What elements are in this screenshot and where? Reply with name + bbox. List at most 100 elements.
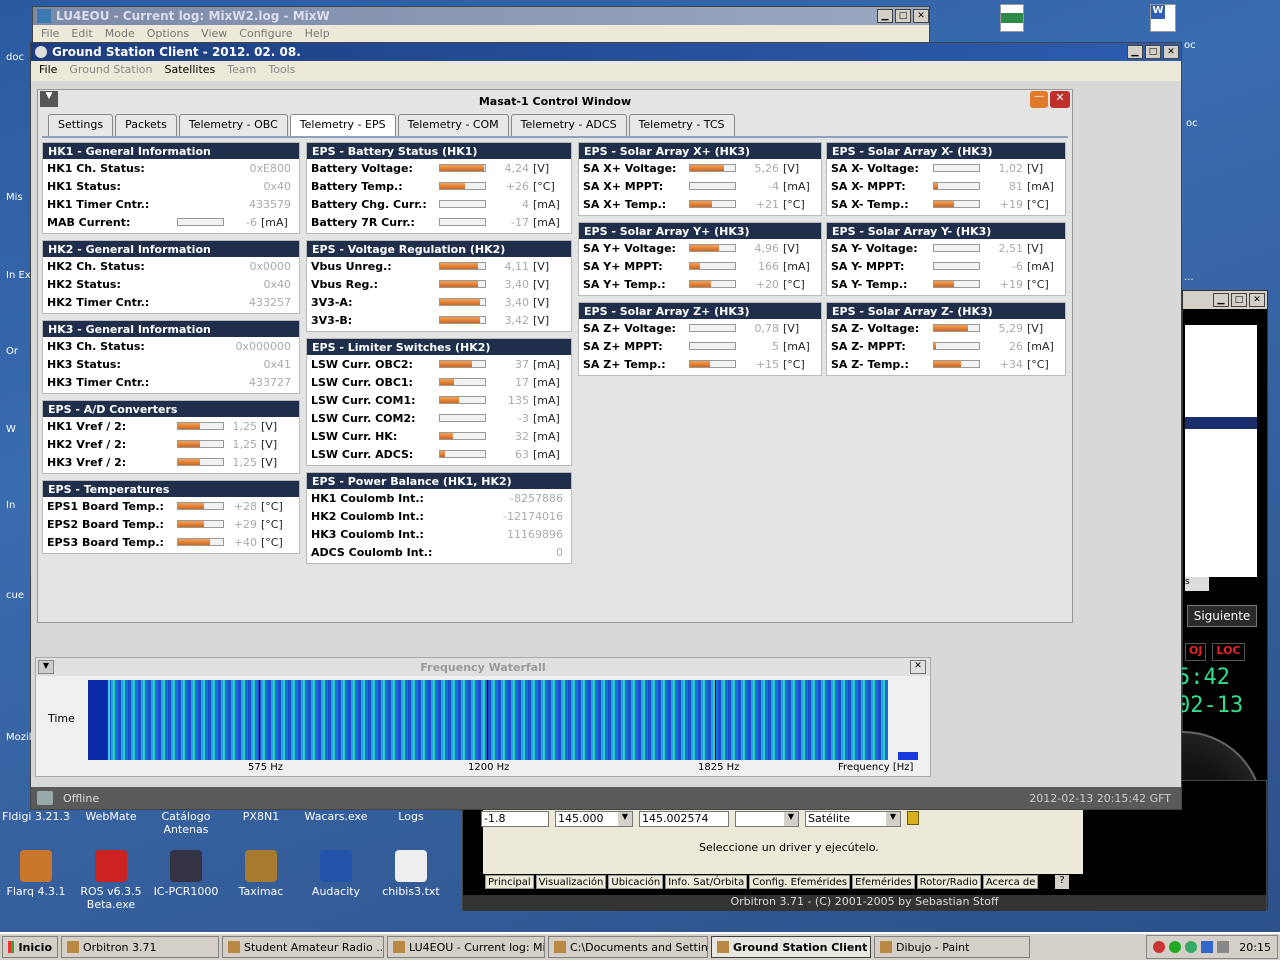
minimize-icon[interactable]: —: [1030, 91, 1048, 108]
clock[interactable]: 20:15: [1239, 941, 1271, 954]
close-icon[interactable]: ✕: [1163, 45, 1179, 59]
desktop-icon-word[interactable]: W: [1150, 4, 1176, 32]
desktop-icon-4[interactable]: Audacity: [296, 850, 376, 898]
tab-telemetry-obc[interactable]: Telemetry - OBC: [178, 114, 288, 136]
telemetry-value: 3,40: [504, 295, 530, 309]
waterfall-spectrum[interactable]: [88, 680, 888, 760]
orbitron-tab[interactable]: Config. Efemérides: [749, 875, 851, 889]
panel-title: HK1 - General Information: [43, 143, 299, 159]
menu-item-file[interactable]: File: [39, 63, 57, 79]
telemetry-unit: [mA]: [783, 339, 810, 353]
minimize-icon[interactable]: ▁: [1127, 45, 1143, 59]
collapse-button[interactable]: ▼: [40, 91, 58, 107]
taskbar-item[interactable]: Dibujo - Paint: [874, 936, 1030, 958]
tray-icon[interactable]: [1201, 941, 1214, 953]
maximize-icon[interactable]: □: [1231, 293, 1247, 307]
telemetry-row: HK1 Ch. Status: 0xE800: [43, 159, 299, 177]
help-button[interactable]: ?: [1055, 875, 1069, 889]
siguiente-button[interactable]: Siguiente: [1187, 605, 1257, 627]
tray-icon[interactable]: [1153, 941, 1166, 953]
maximize-icon[interactable]: □: [895, 9, 911, 23]
desktop-icon-label: Audacity: [311, 885, 361, 898]
gsc-title: Ground Station Client - 2012. 02. 08.: [52, 45, 301, 59]
collapse-button[interactable]: ▼: [38, 660, 54, 674]
mixw-menu-item[interactable]: Mode: [105, 27, 135, 40]
chevron-down-icon[interactable]: ▼: [784, 812, 798, 826]
chevron-down-icon[interactable]: ▼: [886, 812, 900, 826]
minimize-icon[interactable]: ▁: [1213, 293, 1229, 307]
telemetry-row: HK3 Status: 0x41: [43, 355, 299, 373]
taskbar-item[interactable]: Orbitron 3.71: [61, 936, 219, 958]
minimize-icon[interactable]: ▁: [877, 9, 893, 23]
desktop-icon-0[interactable]: Flarq 4.3.1: [0, 850, 76, 898]
tab-packets[interactable]: Packets: [115, 114, 177, 136]
telemetry-value: 11169896: [507, 527, 563, 541]
close-icon[interactable]: ✕: [1249, 293, 1265, 307]
telemetry-value: 1,25: [232, 419, 258, 433]
telemetry-row: LSW Curr. COM2: -3 [mA]: [307, 409, 571, 427]
tray-icon[interactable]: [1185, 941, 1198, 953]
orbitron-tab[interactable]: Acerca de: [982, 875, 1039, 889]
desktop-icon-1[interactable]: ROS v6.3.5 Beta.exe: [71, 850, 151, 911]
orbitron-tab[interactable]: Rotor/Radio: [916, 875, 981, 889]
menu-item-tools[interactable]: Tools: [268, 63, 295, 79]
mixw-menu-item[interactable]: Options: [147, 27, 189, 40]
panel-title: EPS - Solar Array X+ (HK3): [579, 143, 821, 159]
taskbar-item[interactable]: LU4EOU - Current log: Mi...: [387, 936, 545, 958]
orbitron-tab[interactable]: Efemérides: [852, 875, 915, 889]
menu-item-ground-station[interactable]: Ground Station: [69, 63, 152, 79]
tab-telemetry-com[interactable]: Telemetry - COM: [397, 114, 509, 136]
close-icon[interactable]: ✕: [1050, 91, 1070, 108]
tab-telemetry-eps[interactable]: Telemetry - EPS: [289, 114, 396, 136]
taskbar-item[interactable]: Student Amateur Radio ...: [222, 936, 384, 958]
close-icon[interactable]: ✕: [910, 660, 926, 674]
frequency-select[interactable]: 145.000 ▼: [555, 811, 633, 827]
orbitron-tab[interactable]: Info. Sat/Órbita: [665, 875, 748, 889]
orbitron-tab[interactable]: Ubicación: [608, 875, 664, 889]
telemetry-value: +19: [999, 277, 1023, 291]
mixw-menu-item[interactable]: Configure: [239, 27, 292, 40]
maximize-icon[interactable]: □: [1145, 45, 1161, 59]
tab-telemetry-adcs[interactable]: Telemetry - ADCS: [510, 114, 627, 136]
tab-settings[interactable]: Settings: [48, 114, 114, 136]
telemetry-unit: [V]: [1027, 161, 1044, 175]
offset-input[interactable]: -1.8: [481, 811, 549, 827]
telemetry-label: SA X+ Voltage:: [583, 161, 677, 175]
doppler-frequency-field[interactable]: 145.002574: [639, 811, 729, 827]
desktop-icon-label[interactable]: PX8N1: [221, 810, 301, 823]
desktop-icon-label[interactable]: WebMate: [71, 810, 151, 823]
mixw-menu-item[interactable]: Edit: [71, 27, 92, 40]
desktop-icon-label[interactable]: Wacars.exe: [296, 810, 376, 823]
orbitron-tab[interactable]: Visualización: [535, 875, 607, 889]
desktop-icon-spreadsheet[interactable]: [1000, 4, 1024, 32]
menu-item-satellites[interactable]: Satellites: [165, 63, 216, 79]
mixw-menu-item[interactable]: File: [41, 27, 59, 40]
desktop-icon-label[interactable]: Catálogo Antenas: [146, 810, 226, 836]
lock-icon[interactable]: [907, 811, 919, 825]
mixw-menu-item[interactable]: Help: [305, 27, 330, 40]
start-button[interactable]: Inicio: [2, 936, 58, 958]
desktop-icon-3[interactable]: Taximac: [221, 850, 301, 898]
chevron-down-icon[interactable]: ▼: [618, 812, 632, 826]
tab-telemetry-tcs[interactable]: Telemetry - TCS: [628, 114, 735, 136]
desktop-icon-5[interactable]: chibis3.txt: [371, 850, 451, 898]
desktop-icon-label[interactable]: Fldigi 3.21.3: [0, 810, 76, 823]
telemetry-unit: [V]: [261, 437, 278, 451]
menu-item-team[interactable]: Team: [227, 63, 256, 79]
desktop-icon-label[interactable]: Logs: [371, 810, 451, 823]
driver-select[interactable]: Satélite ▼: [805, 811, 901, 827]
tray-icon[interactable]: [1169, 941, 1182, 953]
orbitron-tab[interactable]: Principal: [485, 875, 534, 889]
telemetry-value: +20: [755, 277, 779, 291]
desktop-icon-2[interactable]: IC-PCR1000: [146, 850, 226, 898]
taskbar-item[interactable]: Ground Station Client ...: [711, 936, 871, 958]
mixw-menu-item[interactable]: View: [201, 27, 227, 40]
taskbar-item[interactable]: C:\Documents and Settin...: [548, 936, 708, 958]
tray-icon[interactable]: [1217, 941, 1230, 953]
tab-fragment[interactable]: s: [1185, 577, 1209, 591]
close-icon[interactable]: ✕: [913, 9, 929, 23]
panel-title: EPS - Voltage Regulation (HK2): [307, 241, 571, 257]
telemetry-label: SA Z+ Temp.:: [583, 357, 666, 371]
mode-select[interactable]: ▼: [735, 811, 799, 827]
mixw-window: LU4EOU - Current log: MixW2.log - MixW ▁…: [32, 6, 930, 46]
